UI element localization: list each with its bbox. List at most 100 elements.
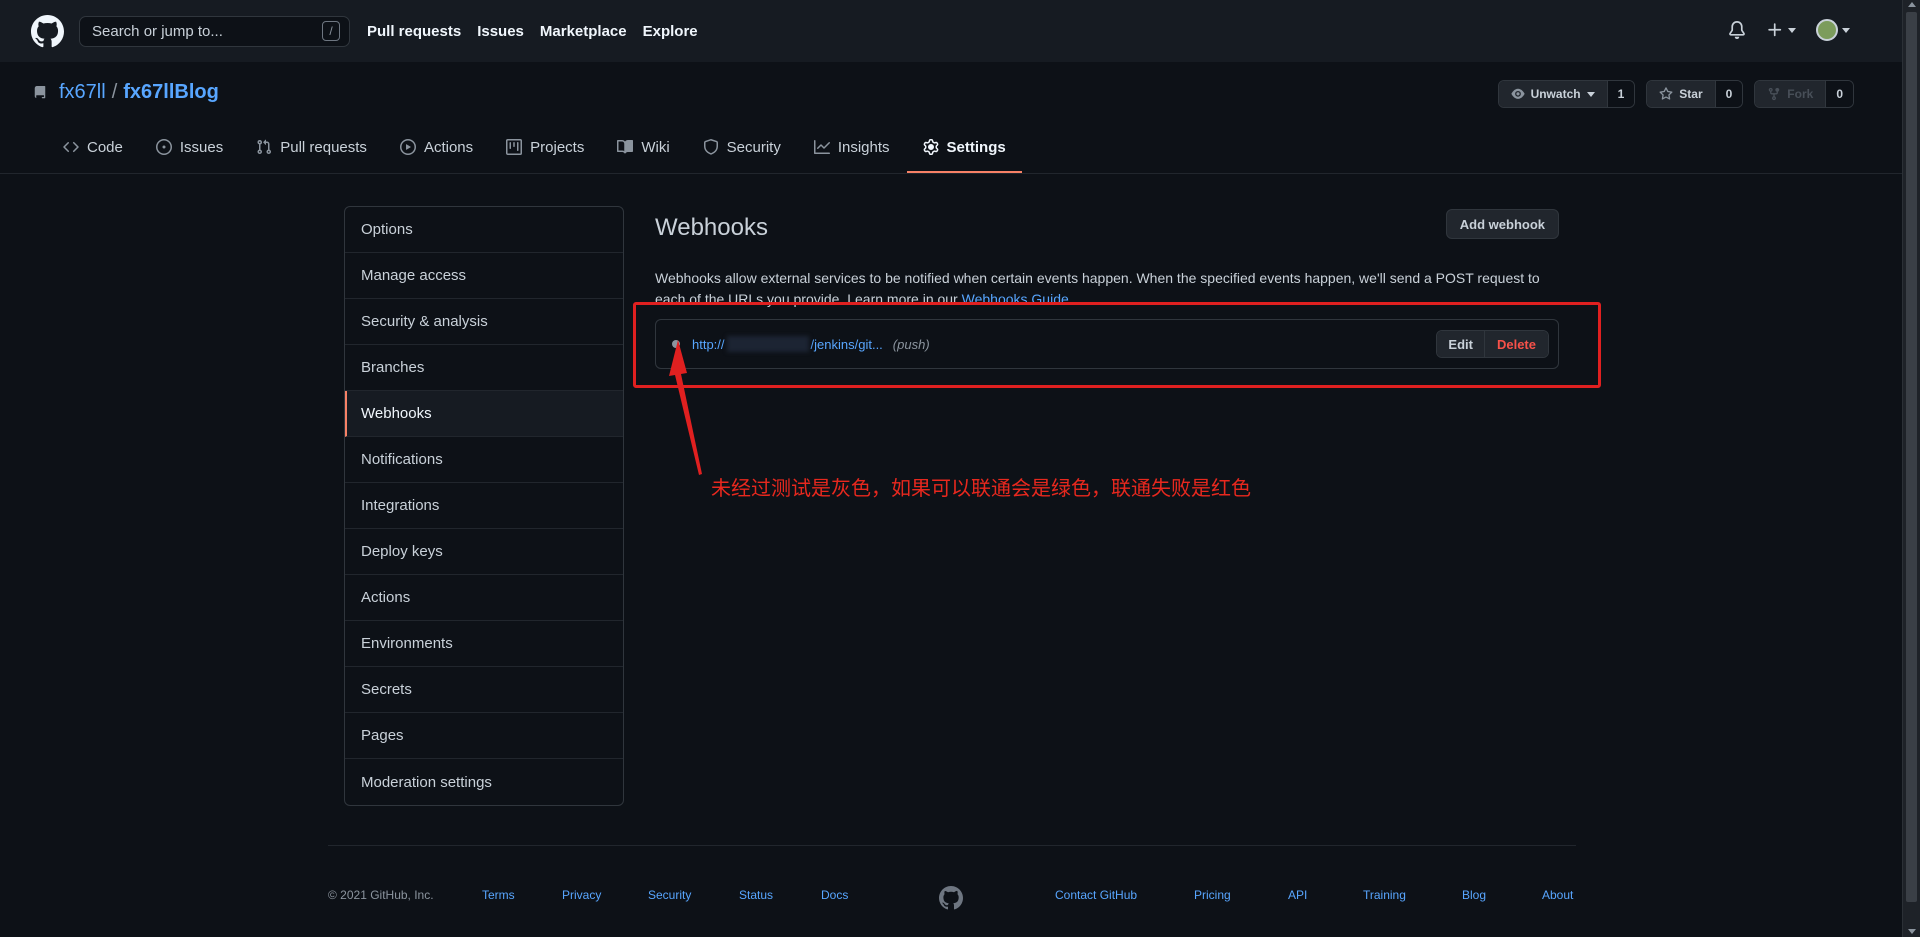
footer-link-pricing[interactable]: Pricing bbox=[1194, 888, 1231, 902]
copyright: © 2021 GitHub, Inc. bbox=[328, 888, 434, 902]
scroll-up-icon[interactable] bbox=[1908, 2, 1916, 7]
footer-link-api[interactable]: API bbox=[1288, 888, 1307, 902]
footer-link-terms[interactable]: Terms bbox=[482, 888, 515, 902]
settings-sidebar: Options Manage access Security & analysi… bbox=[344, 206, 624, 806]
sidebar-item-integrations[interactable]: Integrations bbox=[345, 483, 623, 529]
sidebar-item-secrets[interactable]: Secrets bbox=[345, 667, 623, 713]
footer-link-status[interactable]: Status bbox=[739, 888, 773, 902]
footer-link-docs[interactable]: Docs bbox=[821, 888, 848, 902]
footer-link-blog[interactable]: Blog bbox=[1462, 888, 1486, 902]
sidebar-item-branches[interactable]: Branches bbox=[345, 345, 623, 391]
nav-issues[interactable]: Issues bbox=[477, 23, 524, 40]
footer-link-training[interactable]: Training bbox=[1363, 888, 1406, 902]
chevron-down-icon bbox=[1788, 27, 1796, 33]
sidebar-item-security-analysis[interactable]: Security & analysis bbox=[345, 299, 623, 345]
watch-count[interactable]: 1 bbox=[1607, 81, 1635, 107]
tab-projects[interactable]: Projects bbox=[490, 123, 600, 173]
fork-button[interactable]: Fork bbox=[1755, 81, 1827, 107]
fork-count[interactable]: 0 bbox=[1826, 81, 1853, 107]
user-menu[interactable] bbox=[1816, 19, 1850, 41]
pull-request-icon bbox=[257, 139, 272, 155]
sidebar-item-moderation-settings[interactable]: Moderation settings bbox=[345, 759, 623, 805]
avatar bbox=[1816, 19, 1838, 41]
book-icon bbox=[617, 139, 634, 154]
sidebar-item-pages[interactable]: Pages bbox=[345, 713, 623, 759]
tab-settings[interactable]: Settings bbox=[906, 123, 1022, 173]
annotation-text: 未经过测试是灰色，如果可以联通会是绿色，联通失败是红色 bbox=[711, 476, 1251, 500]
annotation-highlight-box bbox=[633, 302, 1601, 388]
sidebar-item-deploy-keys[interactable]: Deploy keys bbox=[345, 529, 623, 575]
search-input[interactable]: Search or jump to... / bbox=[79, 15, 350, 47]
github-logo-icon[interactable] bbox=[31, 14, 64, 48]
sidebar-item-webhooks[interactable]: Webhooks bbox=[345, 391, 623, 437]
tab-label: Issues bbox=[179, 138, 224, 156]
project-icon bbox=[506, 139, 523, 155]
page-title: Webhooks bbox=[655, 214, 768, 241]
scrollbar-thumb[interactable] bbox=[1906, 12, 1917, 902]
eye-icon bbox=[1510, 88, 1525, 99]
sidebar-item-manage-access[interactable]: Manage access bbox=[345, 253, 623, 299]
search-placeholder: Search or jump to... bbox=[92, 22, 223, 40]
sidebar-item-actions[interactable]: Actions bbox=[345, 575, 623, 621]
issue-icon bbox=[155, 139, 172, 155]
star-button[interactable]: Star bbox=[1647, 81, 1716, 107]
tab-security[interactable]: Security bbox=[687, 123, 797, 173]
repo-header: fx67ll / fx67llBlog Unwatch 1 Star 0 For… bbox=[0, 62, 1902, 174]
tab-wiki[interactable]: Wiki bbox=[601, 123, 685, 173]
tab-label: Insights bbox=[837, 138, 890, 156]
bell-icon[interactable] bbox=[1728, 21, 1746, 39]
repo-tabs: Code Issues Pull requests Actions Projec… bbox=[47, 123, 1023, 173]
tab-insights[interactable]: Insights bbox=[798, 123, 906, 173]
footer-link-about[interactable]: About bbox=[1542, 888, 1573, 902]
star-button-group: Star 0 bbox=[1646, 80, 1744, 108]
star-icon bbox=[1659, 87, 1673, 100]
nav-marketplace[interactable]: Marketplace bbox=[540, 23, 627, 40]
tab-label: Settings bbox=[946, 138, 1006, 156]
star-label: Star bbox=[1679, 87, 1703, 101]
chevron-down-icon bbox=[1842, 27, 1850, 33]
tab-pull-requests[interactable]: Pull requests bbox=[240, 123, 383, 173]
repo-owner-link[interactable]: fx67ll bbox=[59, 81, 106, 104]
tab-label: Security bbox=[726, 138, 781, 156]
plus-icon bbox=[1768, 23, 1782, 37]
footer-link-security[interactable]: Security bbox=[648, 888, 691, 902]
header-actions bbox=[1728, 19, 1850, 41]
github-mark-icon[interactable] bbox=[939, 886, 963, 910]
tab-code[interactable]: Code bbox=[47, 123, 139, 173]
repo-separator: / bbox=[111, 81, 118, 103]
nav-explore[interactable]: Explore bbox=[643, 23, 698, 40]
tab-label: Actions bbox=[423, 138, 474, 156]
play-icon bbox=[399, 139, 416, 155]
repo-icon bbox=[34, 85, 46, 98]
repo-actions: Unwatch 1 Star 0 Fork 0 bbox=[1497, 80, 1854, 108]
tab-label: Code bbox=[87, 138, 123, 156]
unwatch-label: Unwatch bbox=[1530, 87, 1581, 101]
star-count[interactable]: 0 bbox=[1715, 81, 1743, 107]
sidebar-item-notifications[interactable]: Notifications bbox=[345, 437, 623, 483]
graph-icon bbox=[813, 140, 830, 154]
unwatch-button[interactable]: Unwatch bbox=[1498, 81, 1608, 107]
footer: © 2021 GitHub, Inc. Terms Privacy Securi… bbox=[328, 845, 1576, 910]
page-scrollbar[interactable] bbox=[1902, 0, 1920, 937]
nav-pull-requests[interactable]: Pull requests bbox=[367, 23, 461, 40]
tab-label: Projects bbox=[530, 138, 585, 156]
repo-name-link[interactable]: fx67llBlog bbox=[123, 81, 219, 104]
fork-button-group: Fork 0 bbox=[1754, 80, 1854, 108]
tab-label: Wiki bbox=[641, 138, 670, 156]
add-webhook-button[interactable]: Add webhook bbox=[1445, 209, 1559, 239]
tab-actions[interactable]: Actions bbox=[384, 123, 489, 173]
code-icon bbox=[63, 141, 79, 153]
shield-icon bbox=[703, 139, 718, 155]
fork-label: Fork bbox=[1787, 87, 1814, 101]
sidebar-item-environments[interactable]: Environments bbox=[345, 621, 623, 667]
footer-link-privacy[interactable]: Privacy bbox=[562, 888, 601, 902]
sidebar-item-options[interactable]: Options bbox=[345, 207, 623, 253]
tab-issues[interactable]: Issues bbox=[140, 123, 239, 173]
scroll-down-icon[interactable] bbox=[1908, 929, 1916, 934]
search-shortcut-key: / bbox=[322, 21, 340, 41]
global-header: Search or jump to... / Pull requests Iss… bbox=[0, 0, 1902, 62]
annotation-arrow-icon bbox=[669, 340, 702, 475]
footer-link-contact[interactable]: Contact GitHub bbox=[1055, 888, 1137, 902]
tab-label: Pull requests bbox=[280, 138, 367, 156]
create-new-menu[interactable] bbox=[1766, 21, 1796, 39]
